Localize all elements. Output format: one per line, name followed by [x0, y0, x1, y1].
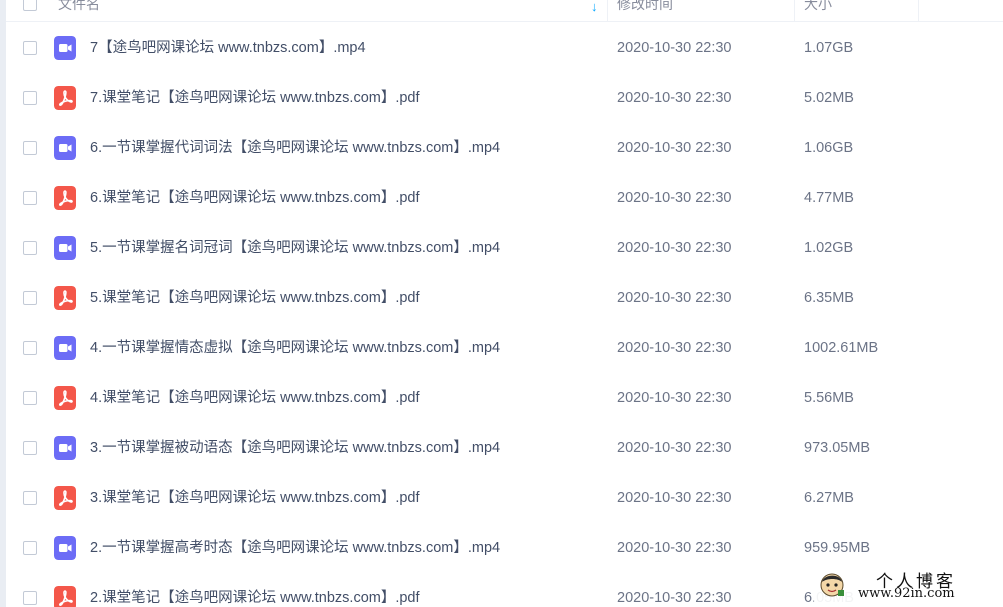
row-checkbox[interactable] — [23, 41, 37, 55]
file-name[interactable]: 2.一节课掌握高考时态【途鸟吧网课论坛 www.tnbzs.com】.mp4 — [90, 523, 500, 573]
blog-watermark: 个人博客 www.92in.com — [814, 568, 996, 604]
video-file-icon — [54, 336, 76, 360]
file-row[interactable]: 7.课堂笔记【途鸟吧网课论坛 www.tnbzs.com】.pdf 2020-1… — [6, 73, 1003, 123]
file-list-window: 文件名 ↓ 修改时间 大小 7【途鸟吧网课论坛 www.tnbzs.com】.m… — [0, 0, 1003, 607]
file-name[interactable]: 6.一节课掌握代词词法【途鸟吧网课论坛 www.tnbzs.com】.mp4 — [90, 123, 500, 173]
file-row[interactable]: 2.一节课掌握高考时态【途鸟吧网课论坛 www.tnbzs.com】.mp4 2… — [6, 523, 1003, 573]
pdf-file-icon — [54, 486, 76, 510]
file-size: 1.06GB — [804, 140, 854, 156]
row-checkbox[interactable] — [23, 591, 37, 605]
row-checkbox[interactable] — [23, 541, 37, 555]
column-divider[interactable] — [607, 0, 608, 22]
video-file-icon — [54, 536, 76, 560]
file-modified-time: 2020-10-30 22:30 — [617, 90, 732, 106]
file-name[interactable]: 2.课堂笔记【途鸟吧网课论坛 www.tnbzs.com】.pdf — [90, 573, 420, 607]
file-row[interactable]: 5.课堂笔记【途鸟吧网课论坛 www.tnbzs.com】.pdf 2020-1… — [6, 273, 1003, 323]
pdf-file-icon — [54, 386, 76, 410]
file-modified-time: 2020-10-30 22:30 — [617, 290, 732, 306]
file-modified-time: 2020-10-30 22:30 — [617, 340, 732, 356]
row-checkbox[interactable] — [23, 491, 37, 505]
video-file-icon — [54, 36, 76, 60]
row-checkbox[interactable] — [23, 391, 37, 405]
size-column-label: 大小 — [804, 0, 832, 12]
file-modified-time: 2020-10-30 22:30 — [617, 40, 732, 56]
file-name[interactable]: 4.一节课掌握情态虚拟【途鸟吧网课论坛 www.tnbzs.com】.mp4 — [90, 323, 500, 373]
arrow-down-icon[interactable]: ↓ — [591, 0, 598, 16]
file-size: 959.95MB — [804, 540, 871, 556]
name-column-label: 文件名 — [58, 0, 100, 12]
file-row[interactable]: 4.课堂笔记【途鸟吧网课论坛 www.tnbzs.com】.pdf 2020-1… — [6, 373, 1003, 423]
watermark-url: www.92in.com — [858, 586, 955, 601]
file-size: 6.35MB — [804, 290, 854, 306]
file-size: 5.56MB — [804, 390, 854, 406]
file-size: 6.27MB — [804, 490, 854, 506]
file-name[interactable]: 3.一节课掌握被动语态【途鸟吧网课论坛 www.tnbzs.com】.mp4 — [90, 423, 500, 473]
video-file-icon — [54, 136, 76, 160]
file-modified-time: 2020-10-30 22:30 — [617, 440, 732, 456]
row-checkbox[interactable] — [23, 91, 37, 105]
file-name[interactable]: 7.课堂笔记【途鸟吧网课论坛 www.tnbzs.com】.pdf — [90, 73, 420, 123]
modified-column-header[interactable]: 修改时间 — [617, 0, 787, 22]
row-checkbox[interactable] — [23, 241, 37, 255]
pdf-file-icon — [54, 186, 76, 210]
file-modified-time: 2020-10-30 22:30 — [617, 540, 732, 556]
name-column-header[interactable]: 文件名 — [58, 0, 608, 22]
file-row[interactable]: 5.一节课掌握名词冠词【途鸟吧网课论坛 www.tnbzs.com】.mp4 2… — [6, 223, 1003, 273]
row-checkbox[interactable] — [23, 341, 37, 355]
file-modified-time: 2020-10-30 22:30 — [617, 390, 732, 406]
row-checkbox[interactable] — [23, 141, 37, 155]
modified-column-label: 修改时间 — [617, 0, 673, 12]
file-name[interactable]: 5.一节课掌握名词冠词【途鸟吧网课论坛 www.tnbzs.com】.mp4 — [90, 223, 500, 273]
file-name[interactable]: 5.课堂笔记【途鸟吧网课论坛 www.tnbzs.com】.pdf — [90, 273, 420, 323]
file-name[interactable]: 7【途鸟吧网课论坛 www.tnbzs.com】.mp4 — [90, 23, 366, 73]
file-row[interactable]: 6.一节课掌握代词词法【途鸟吧网课论坛 www.tnbzs.com】.mp4 2… — [6, 123, 1003, 173]
file-name[interactable]: 3.课堂笔记【途鸟吧网课论坛 www.tnbzs.com】.pdf — [90, 473, 420, 523]
file-size: 4.77MB — [804, 190, 854, 206]
file-size: 1002.61MB — [804, 340, 879, 356]
video-file-icon — [54, 236, 76, 260]
file-row[interactable]: 3.一节课掌握被动语态【途鸟吧网课论坛 www.tnbzs.com】.mp4 2… — [6, 423, 1003, 473]
pdf-file-icon — [54, 586, 76, 607]
file-modified-time: 2020-10-30 22:30 — [617, 490, 732, 506]
pdf-file-icon — [54, 86, 76, 110]
file-row[interactable]: 3.课堂笔记【途鸟吧网课论坛 www.tnbzs.com】.pdf 2020-1… — [6, 473, 1003, 523]
file-row[interactable]: 4.一节课掌握情态虚拟【途鸟吧网课论坛 www.tnbzs.com】.mp4 2… — [6, 323, 1003, 373]
pdf-file-icon — [54, 286, 76, 310]
file-list-header: 文件名 ↓ 修改时间 大小 — [6, 0, 1003, 22]
file-name[interactable]: 4.课堂笔记【途鸟吧网课论坛 www.tnbzs.com】.pdf — [90, 373, 420, 423]
column-divider[interactable] — [918, 0, 919, 22]
row-checkbox[interactable] — [23, 441, 37, 455]
column-divider[interactable] — [794, 0, 795, 22]
file-modified-time: 2020-10-30 22:30 — [617, 140, 732, 156]
cartoon-avatar-icon — [818, 570, 846, 598]
row-checkbox[interactable] — [23, 191, 37, 205]
file-size: 1.07GB — [804, 40, 854, 56]
file-modified-time: 2020-10-30 22:30 — [617, 190, 732, 206]
file-size: 1.02GB — [804, 240, 854, 256]
file-size: 973.05MB — [804, 440, 871, 456]
file-name[interactable]: 6.课堂笔记【途鸟吧网课论坛 www.tnbzs.com】.pdf — [90, 173, 420, 223]
select-all-checkbox[interactable] — [23, 0, 37, 11]
video-file-icon — [54, 436, 76, 460]
file-modified-time: 2020-10-30 22:30 — [617, 590, 732, 606]
file-row[interactable]: 6.课堂笔记【途鸟吧网课论坛 www.tnbzs.com】.pdf 2020-1… — [6, 173, 1003, 223]
file-modified-time: 2020-10-30 22:30 — [617, 240, 732, 256]
file-row[interactable]: 7【途鸟吧网课论坛 www.tnbzs.com】.mp4 2020-10-30 … — [6, 23, 1003, 73]
row-checkbox[interactable] — [23, 291, 37, 305]
size-column-header[interactable]: 大小 — [804, 0, 914, 22]
file-size: 5.02MB — [804, 90, 854, 106]
